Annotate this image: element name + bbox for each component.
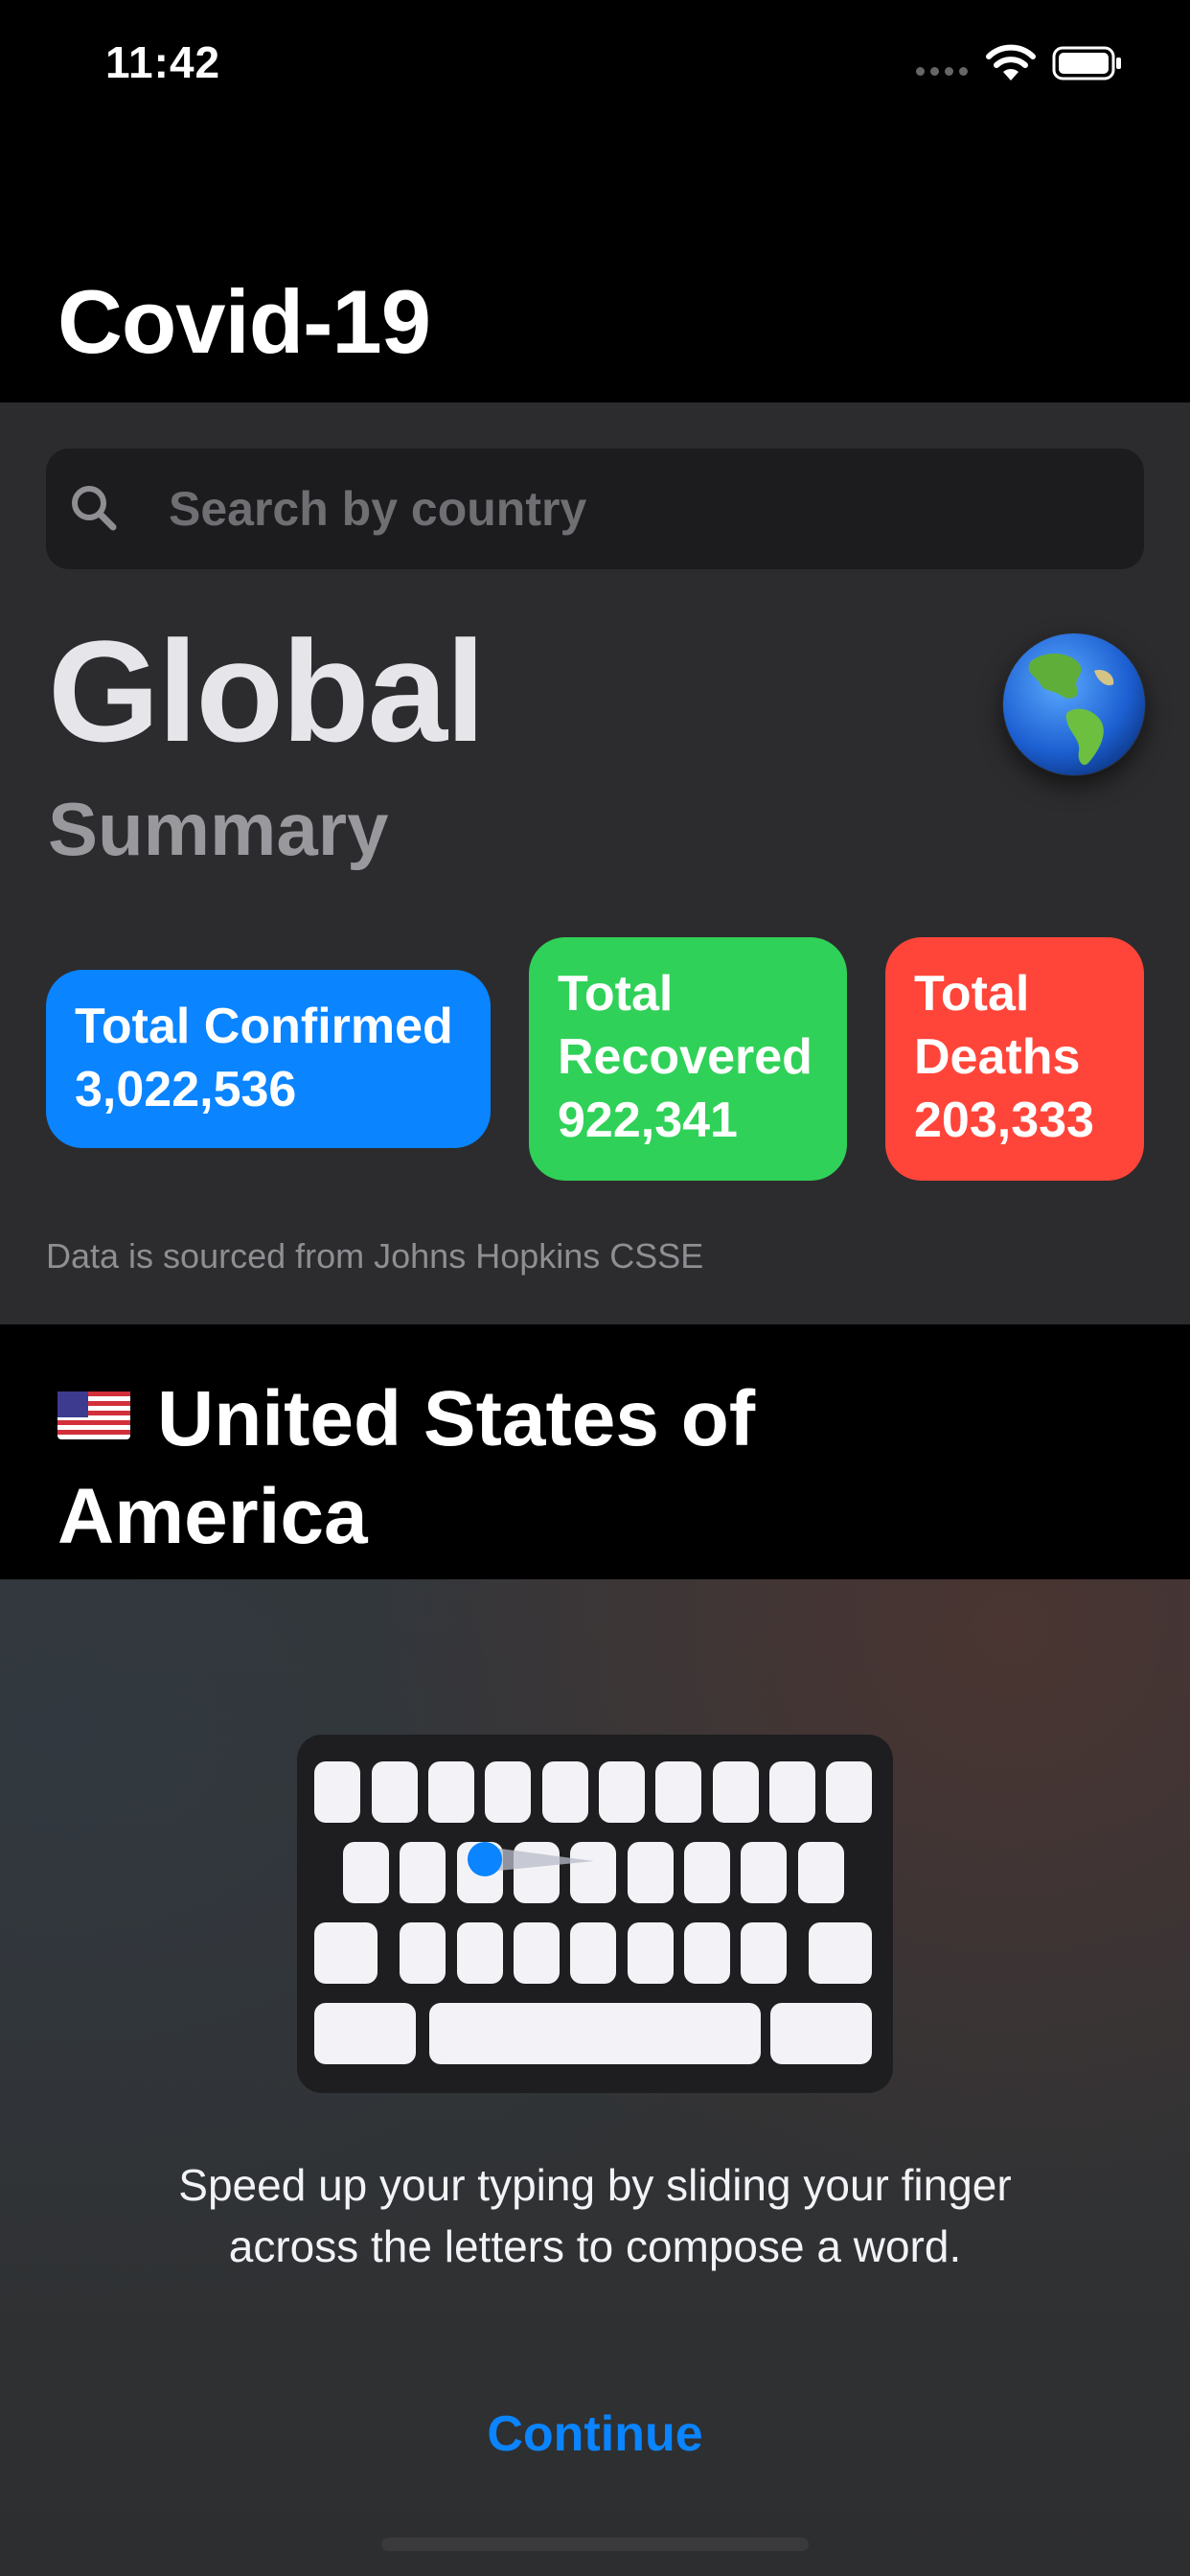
global-title: Global [48,610,486,771]
total-deaths-label-line1: Total [914,966,1030,1022]
keyboard-illustration [297,1735,893,2093]
cellular-signal-icon [916,67,970,79]
keyboard-key [485,1761,531,1823]
total-recovered-value: 922,341 [558,1092,738,1148]
status-time: 11:42 [105,37,221,87]
total-recovered-label-line1: Total [558,966,674,1022]
instruction-line1: Speed up your typing by sliding your fin… [178,2160,1012,2210]
keyboard-key [741,1842,787,1903]
keyboard-key [457,1922,503,1984]
swipe-finger-dot [468,1842,502,1876]
continue-button[interactable]: Continue [403,2405,787,2463]
page-title: Covid-19 [57,271,431,372]
us-flag-icon [57,1392,130,1439]
total-deaths-value: 203,333 [914,1092,1094,1148]
keyboard-key [628,1922,674,1984]
global-summary-panel: Search by country Global Summary Total C… [0,402,1190,1324]
keyboard-key [372,1761,418,1823]
battery-icon [1052,46,1121,80]
keyboard-key [713,1761,759,1823]
keyboard-key [798,1842,844,1903]
total-recovered-card: Total Recovered 922,341 [529,937,847,1181]
keyboard-key [769,1761,815,1823]
keyboard-key [400,1842,446,1903]
home-indicator[interactable] [381,2538,809,2551]
keyboard-key [570,1922,616,1984]
search-icon [72,486,117,531]
wifi-icon [986,44,1036,80]
keyboard-key [628,1842,674,1903]
keyboard-key [400,1922,446,1984]
keyboard-key [428,1761,474,1823]
keyboard-key [542,1761,588,1823]
keyboard-key [314,1761,360,1823]
keyboard-key [514,1922,560,1984]
total-deaths-card: Total Deaths 203,333 [885,937,1144,1181]
total-confirmed-value: 3,022,536 [75,1062,297,1117]
country-name-line2: America [57,1473,368,1560]
keyboard-key [684,1842,730,1903]
status-bar: 11:42 [0,0,1190,134]
summary-subtitle: Summary [48,787,389,871]
keyboard-key [343,1842,389,1903]
keyboard-shift-key [314,1922,378,1984]
keyboard-return-key [770,2003,872,2064]
search-input[interactable]: Search by country [169,479,586,539]
total-recovered-label-line2: Recovered [558,1029,812,1085]
total-deaths-label-line2: Deaths [914,1029,1081,1085]
instruction-line2: across the letters to compose a word. [228,2221,962,2271]
globe-americas-icon [1003,633,1145,775]
country-name-line1: United States of [157,1375,756,1462]
keyboard-mode-key [314,2003,416,2064]
keyboard-delete-key [809,1922,872,1984]
keyboard-key [655,1761,701,1823]
keyboard-key [826,1761,872,1823]
keyboard-key [684,1922,730,1984]
keyboard-space-key [429,2003,761,2064]
keyboard-key [741,1922,787,1984]
total-confirmed-card: Total Confirmed 3,022,536 [46,970,491,1148]
country-header: United States of America [57,1370,1150,1566]
swipe-typing-instruction: Speed up your typing by sliding your fin… [57,2154,1133,2277]
keyboard-onboarding-sheet: Speed up your typing by sliding your fin… [0,1579,1190,2576]
data-source-note: Data is sourced from Johns Hopkins CSSE [46,1236,704,1276]
search-bar[interactable]: Search by country [46,448,1144,569]
keyboard-key [599,1761,645,1823]
total-confirmed-label: Total Confirmed [75,999,453,1054]
